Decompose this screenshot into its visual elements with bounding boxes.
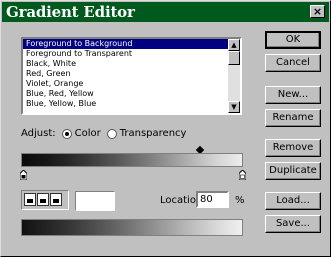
color-stop-right-icon[interactable] (239, 170, 246, 180)
background-stop-icon[interactable] (50, 193, 62, 206)
load-button[interactable]: Load... (265, 192, 321, 210)
list-item[interactable]: Blue, Yellow, Blue (23, 99, 228, 109)
list-item[interactable]: Blue, Red, Yellow (23, 89, 228, 99)
transparency-radio[interactable] (106, 128, 117, 139)
gradient-preview (21, 219, 243, 236)
window-title: Gradient Editor (6, 3, 135, 21)
list-item[interactable]: Black, White (23, 59, 228, 69)
transparency-radio-label[interactable]: Transparency (120, 128, 187, 139)
remove-button[interactable]: Remove (265, 139, 321, 157)
foreground-stop-icon[interactable] (37, 193, 49, 206)
ok-button[interactable]: OK (265, 31, 321, 49)
list-item[interactable]: Foreground to Transparent (23, 49, 228, 59)
location-unit: % (235, 195, 245, 206)
stop-color-icon[interactable] (24, 193, 36, 206)
list-item[interactable]: Red, Green (23, 69, 228, 79)
scroll-thumb[interactable] (228, 51, 240, 65)
title-bar[interactable]: Gradient Editor × (2, 2, 329, 22)
location-field[interactable]: 80 (196, 191, 229, 208)
color-radio-label[interactable]: Color (75, 128, 101, 139)
new-button[interactable]: New... (265, 86, 321, 104)
close-button[interactable]: × (310, 5, 325, 18)
scroll-up-icon[interactable]: ▲ (228, 39, 240, 51)
gradient-editor-window: Gradient Editor × Foreground to Backgrou… (0, 0, 331, 257)
stop-color-swatch[interactable] (75, 191, 115, 211)
gradient-listbox[interactable]: Foreground to Background Foreground to T… (21, 37, 242, 115)
gradient-bar[interactable] (21, 153, 243, 167)
color-radio[interactable] (61, 128, 72, 139)
color-stop-left-icon[interactable] (20, 170, 27, 180)
duplicate-button[interactable]: Duplicate (265, 162, 321, 180)
stop-type-selector[interactable] (21, 190, 69, 210)
list-scrollbar[interactable]: ▲ ▼ (228, 39, 240, 113)
adjust-label: Adjust: (21, 128, 56, 139)
save-button[interactable]: Save... (265, 215, 321, 233)
list-item[interactable]: Foreground to Background (23, 39, 228, 49)
adjust-group: Adjust: Color Transparency (21, 128, 186, 139)
rename-button[interactable]: Rename (265, 109, 321, 127)
list-item[interactable]: Violet, Orange (23, 79, 228, 89)
gradient-list: Foreground to Background Foreground to T… (23, 39, 228, 109)
scroll-down-icon[interactable]: ▼ (228, 101, 240, 113)
cancel-button[interactable]: Cancel (265, 54, 321, 72)
